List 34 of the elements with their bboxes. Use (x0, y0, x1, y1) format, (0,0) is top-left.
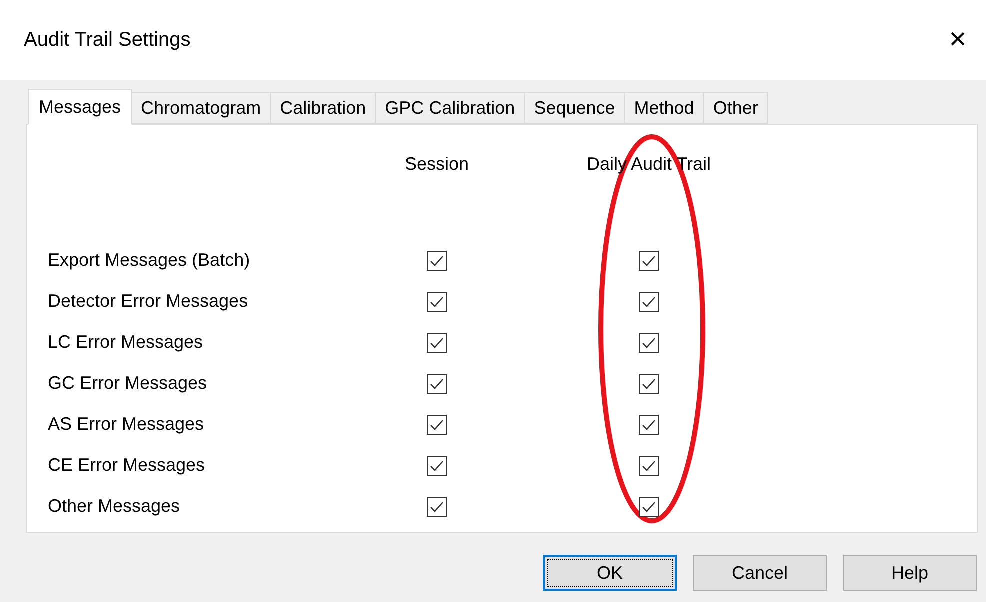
checkbox[interactable] (427, 250, 447, 270)
tab[interactable]: Other (704, 92, 768, 124)
tab[interactable]: Messages (28, 89, 132, 125)
checkbox[interactable] (427, 456, 447, 476)
tab[interactable]: Chromatogram (132, 92, 272, 124)
checkbox[interactable] (427, 292, 447, 312)
tab[interactable]: GPC Calibration (376, 92, 526, 124)
row-label: AS Error Messages (48, 413, 204, 436)
tab[interactable]: Calibration (271, 92, 376, 124)
row-label: GC Error Messages (48, 372, 208, 395)
row-label: Export Messages (Batch) (48, 249, 250, 272)
checkbox[interactable] (639, 374, 659, 394)
window-title: Audit Trail Settings (24, 28, 191, 53)
checkbox[interactable] (639, 456, 659, 476)
tab[interactable]: Method (625, 92, 704, 124)
checkbox[interactable] (639, 250, 659, 270)
checkbox[interactable] (427, 374, 447, 394)
close-button[interactable]: × (938, 20, 978, 60)
row-label: Other Messages (48, 495, 180, 518)
tab[interactable]: Sequence (525, 92, 626, 124)
checkbox[interactable] (639, 496, 659, 516)
row-label: LC Error Messages (48, 331, 204, 354)
row-label: Detector Error Messages (48, 290, 248, 313)
checkbox[interactable] (639, 332, 659, 352)
checkbox[interactable] (639, 414, 659, 434)
row-label: CE Error Messages (48, 454, 206, 477)
checkbox[interactable] (427, 496, 447, 516)
checkbox[interactable] (427, 414, 447, 434)
column-header: Session (404, 153, 470, 176)
checkbox[interactable] (639, 292, 659, 312)
dialog-button[interactable]: Help (843, 555, 977, 591)
dialog-button[interactable]: Cancel (693, 555, 827, 591)
dialog-button[interactable]: OK (543, 555, 677, 591)
checkbox[interactable] (427, 332, 447, 352)
